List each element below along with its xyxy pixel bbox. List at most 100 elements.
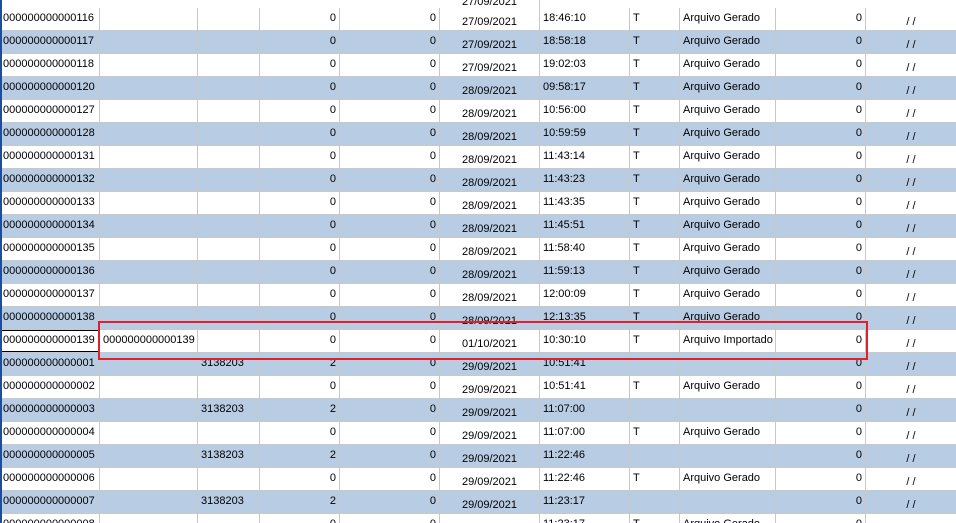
cell-type[interactable]: T	[630, 261, 680, 283]
cell-code[interactable]: 000000000000137	[0, 284, 100, 306]
cell-count[interactable]: 0	[776, 491, 866, 513]
table-row[interactable]: 000000000000002 0 0 29/09/2021 10:51:41 T Arqu…	[0, 376, 956, 399]
table-row[interactable]: 000000000000135 0 0 28/09/2021 11:58:40 T Arqu…	[0, 238, 956, 261]
cell-type[interactable]: T	[630, 468, 680, 490]
table-row-selected[interactable]: 000000000000139 000000000000139 0 0 01/10/20…	[0, 330, 956, 353]
cell-value[interactable]: 0	[340, 8, 440, 30]
cell-value[interactable]: 0	[340, 215, 440, 237]
cell-date[interactable]: 28/09/2021	[440, 192, 540, 214]
table-row[interactable]: 000000000000137 0 0 28/09/2021 12:00:09 T Arqu…	[0, 284, 956, 307]
cell-qty[interactable]: 2	[260, 445, 340, 467]
table-row[interactable]: 000000000000117 0 0 27/09/2021 18:58:18 T Arqu…	[0, 31, 956, 54]
cell-qty[interactable]: 2	[260, 353, 340, 375]
table-row[interactable]: 000000000000005 3138203 2 0 29/09/2021 11:22:…	[0, 445, 956, 468]
cell-count[interactable]: 0	[776, 284, 866, 306]
cell-date[interactable]: 28/09/2021	[440, 238, 540, 260]
cell-code[interactable]: 000000000000117	[0, 31, 100, 53]
cell-date-blank[interactable]: / /	[866, 514, 956, 523]
cell-status[interactable]: Arquivo Gerado	[680, 77, 776, 99]
cell-code[interactable]: 000000000000118	[0, 54, 100, 76]
cell-ref-code[interactable]	[100, 445, 198, 467]
cell-code[interactable]: 000000000000139	[0, 330, 100, 352]
cell-number[interactable]	[198, 376, 260, 398]
cell-time[interactable]: 11:59:13	[540, 261, 630, 283]
cell-status[interactable]: Arquivo Gerado	[680, 468, 776, 490]
cell-number[interactable]	[198, 100, 260, 122]
table-row[interactable]: 000000000000138 0 0 28/09/2021 12:13:35 T Arqu…	[0, 307, 956, 330]
cell-value[interactable]: 0	[340, 77, 440, 99]
cell-status[interactable]: Arquivo Gerado	[680, 238, 776, 260]
cell-number[interactable]	[198, 77, 260, 99]
cell-code[interactable]: 000000000000001	[0, 353, 100, 375]
cell-number[interactable]: 3138203	[198, 491, 260, 513]
cell-count[interactable]: 0	[776, 146, 866, 168]
cell-qty[interactable]: 0	[260, 100, 340, 122]
cell-date-blank[interactable]: / /	[866, 399, 956, 421]
cell-count[interactable]: 0	[776, 261, 866, 283]
cell-date-blank[interactable]: / /	[866, 123, 956, 145]
cell-date-blank[interactable]: / /	[866, 192, 956, 214]
cell-number[interactable]	[198, 123, 260, 145]
cell-code[interactable]: 000000000000127	[0, 100, 100, 122]
cell-count[interactable]: 0	[776, 399, 866, 421]
cell-date-blank[interactable]: / /	[866, 261, 956, 283]
cell-date-blank[interactable]: / /	[866, 491, 956, 513]
cell-qty[interactable]: 0	[260, 330, 340, 352]
table-row[interactable]: 000000000000006 0 0 29/09/2021 11:22:46 T Arqu…	[0, 468, 956, 491]
cell-status[interactable]: Arquivo Gerado	[680, 215, 776, 237]
cell-type[interactable]	[630, 445, 680, 467]
cell-type[interactable]: T	[630, 514, 680, 523]
cell-qty[interactable]: 0	[260, 307, 340, 329]
cell-count[interactable]: 0	[776, 307, 866, 329]
cell-time[interactable]: 11:23:17	[540, 491, 630, 513]
cell-time[interactable]: 10:59:59	[540, 123, 630, 145]
cell-count[interactable]: 0	[776, 330, 866, 352]
cell-time[interactable]: 09:58:17	[540, 77, 630, 99]
cell-value[interactable]: 0	[340, 330, 440, 352]
cell-number[interactable]: 3138203	[198, 353, 260, 375]
cell-date-blank[interactable]: / /	[866, 353, 956, 375]
cell-status[interactable]: Arquivo Gerado	[680, 169, 776, 191]
cell-ref-code[interactable]	[100, 422, 198, 444]
cell-ref-code[interactable]	[100, 468, 198, 490]
cell-type[interactable]: T	[630, 238, 680, 260]
cell-code[interactable]: 000000000000006	[0, 468, 100, 490]
cell-time[interactable]: 10:56:00	[540, 100, 630, 122]
cell-date[interactable]: 29/09/2021	[440, 399, 540, 421]
cell-qty[interactable]: 2	[260, 399, 340, 421]
cell-code[interactable]: 000000000000134	[0, 215, 100, 237]
cell-date-blank[interactable]: / /	[866, 284, 956, 306]
cell-value[interactable]: 0	[340, 31, 440, 53]
cell-ref-code[interactable]	[100, 123, 198, 145]
cell-status[interactable]: Arquivo Gerado	[680, 31, 776, 53]
cell-number[interactable]	[198, 169, 260, 191]
cell-time[interactable]: 11:43:35	[540, 192, 630, 214]
cell-number[interactable]	[198, 54, 260, 76]
cell-date[interactable]: 29/09/2021	[440, 514, 540, 523]
cell-date[interactable]: 28/09/2021	[440, 261, 540, 283]
cell-number[interactable]	[198, 8, 260, 30]
cell-value[interactable]: 0	[340, 169, 440, 191]
cell-qty[interactable]: 0	[260, 376, 340, 398]
cell-time[interactable]: 11:43:14	[540, 146, 630, 168]
cell-status[interactable]: Arquivo Gerado	[680, 123, 776, 145]
cell-code[interactable]: 000000000000004	[0, 422, 100, 444]
cell-date[interactable]: 28/09/2021	[440, 123, 540, 145]
cell-date-blank[interactable]: / /	[866, 146, 956, 168]
cell-code[interactable]: 000000000000135	[0, 238, 100, 260]
cell-value[interactable]: 0	[340, 468, 440, 490]
cell-number[interactable]	[198, 238, 260, 260]
cell-status[interactable]: Arquivo Gerado	[680, 307, 776, 329]
cell-qty[interactable]: 0	[260, 468, 340, 490]
cell-time[interactable]: 10:30:10	[540, 330, 630, 352]
cell-code[interactable]: 000000000000120	[0, 77, 100, 99]
cell-ref-code[interactable]	[100, 307, 198, 329]
cell-ref-code[interactable]	[100, 146, 198, 168]
cell-date[interactable]: 29/09/2021	[440, 468, 540, 490]
data-grid[interactable]: 27/09/2021 000000000000116 0 0 27/09/2021 18…	[0, 0, 956, 523]
cell-ref-code[interactable]	[100, 376, 198, 398]
cell-date-blank[interactable]: / /	[866, 77, 956, 99]
cell-type[interactable]	[630, 353, 680, 375]
cell-time[interactable]: 11:07:00	[540, 422, 630, 444]
cell-number[interactable]	[198, 307, 260, 329]
